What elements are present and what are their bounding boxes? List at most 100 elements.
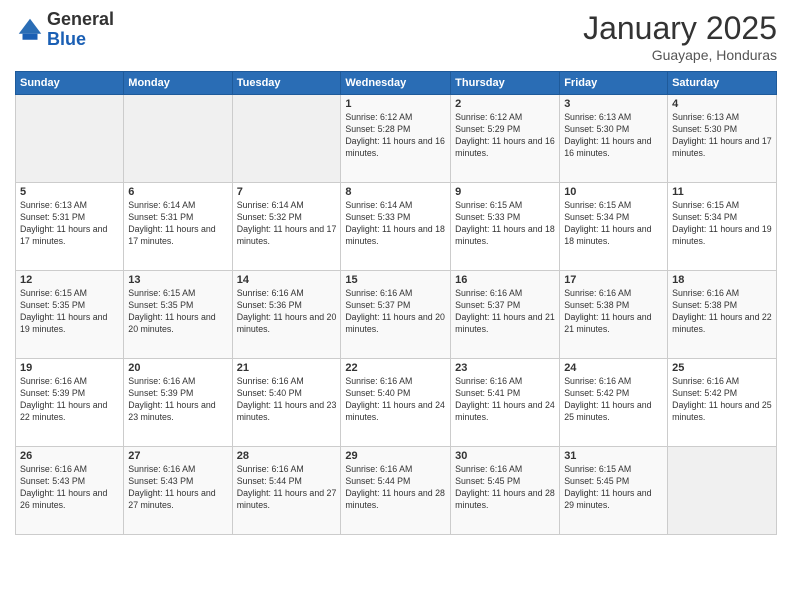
day-info: Sunrise: 6:15 AM Sunset: 5:45 PM Dayligh… <box>564 464 663 512</box>
day-header-wednesday: Wednesday <box>341 72 451 95</box>
subtitle: Guayape, Honduras <box>583 47 777 63</box>
calendar-cell: 14Sunrise: 6:16 AM Sunset: 5:36 PM Dayli… <box>232 271 341 359</box>
day-info: Sunrise: 6:13 AM Sunset: 5:30 PM Dayligh… <box>564 112 663 160</box>
day-number: 27 <box>128 450 227 462</box>
calendar-week-4: 19 Sunrise: 6:16 AM Sunset: 5:39 PM Dayli… <box>16 359 777 447</box>
day-info: Sunrise: 6:14 AM Sunset: 5:31 PM Dayligh… <box>128 200 227 248</box>
calendar-cell: 26 Sunrise: 6:16 AM Sunset: 5:43 PM Dayli… <box>16 447 124 535</box>
day-info: Sunrise: 6:16 AM Sunset: 5:38 PM Dayligh… <box>672 288 772 336</box>
calendar-cell: 7Sunrise: 6:14 AM Sunset: 5:32 PM Daylig… <box>232 183 341 271</box>
calendar-cell: 22Sunrise: 6:16 AM Sunset: 5:40 PM Dayli… <box>341 359 451 447</box>
calendar-cell: 18 Sunrise: 6:16 AM Sunset: 5:38 PM Dayli… <box>668 271 777 359</box>
day-number: 23 <box>455 362 555 374</box>
calendar-cell: 28 Sunrise: 6:16 AM Sunset: 5:44 PM Dayli… <box>232 447 341 535</box>
calendar-cell: 12 Sunrise: 6:15 AM Sunset: 5:35 PM Dayli… <box>16 271 124 359</box>
calendar-cell: 9 Sunrise: 6:15 AM Sunset: 5:33 PM Daylig… <box>451 183 560 271</box>
calendar-cell: 30Sunrise: 6:16 AM Sunset: 5:45 PM Dayli… <box>451 447 560 535</box>
day-number: 29 <box>345 450 446 462</box>
calendar-cell: 27 Sunrise: 6:16 AM Sunset: 5:43 PM Dayli… <box>124 447 232 535</box>
day-number: 20 <box>128 362 227 374</box>
calendar-cell: 3 Sunrise: 6:13 AM Sunset: 5:30 PM Daylig… <box>560 95 668 183</box>
day-info: Sunrise: 6:16 AM Sunset: 5:39 PM Dayligh… <box>20 376 119 424</box>
day-info: Sunrise: 6:16 AM Sunset: 5:39 PM Dayligh… <box>128 376 227 424</box>
day-number: 1 <box>345 98 446 110</box>
day-number: 18 <box>672 274 772 286</box>
day-info: Sunrise: 6:16 AM Sunset: 5:42 PM Dayligh… <box>672 376 772 424</box>
day-number: 13 <box>128 274 227 286</box>
day-number: 9 <box>455 186 555 198</box>
day-number: 28 <box>237 450 337 462</box>
month-title: January 2025 <box>583 10 777 47</box>
calendar-cell: 31 Sunrise: 6:15 AM Sunset: 5:45 PM Dayli… <box>560 447 668 535</box>
calendar-cell: 5 Sunrise: 6:13 AM Sunset: 5:31 PM Daylig… <box>16 183 124 271</box>
day-number: 11 <box>672 186 772 198</box>
calendar-cell: 19 Sunrise: 6:16 AM Sunset: 5:39 PM Dayli… <box>16 359 124 447</box>
day-info: Sunrise: 6:16 AM Sunset: 5:38 PM Dayligh… <box>564 288 663 336</box>
day-info: Sunrise: 6:16 AM Sunset: 5:37 PM Dayligh… <box>455 288 555 336</box>
day-number: 30 <box>455 450 555 462</box>
day-info: Sunrise: 6:14 AM Sunset: 5:33 PM Dayligh… <box>345 200 446 248</box>
day-info: Sunrise: 6:16 AM Sunset: 5:44 PM Dayligh… <box>237 464 337 512</box>
day-number: 6 <box>128 186 227 198</box>
day-number: 31 <box>564 450 663 462</box>
logo: General Blue <box>15 10 114 50</box>
day-header-thursday: Thursday <box>451 72 560 95</box>
calendar-cell: 29 Sunrise: 6:16 AM Sunset: 5:44 PM Dayli… <box>341 447 451 535</box>
day-header-friday: Friday <box>560 72 668 95</box>
day-number: 26 <box>20 450 119 462</box>
calendar-week-1: 1 Sunrise: 6:12 AM Sunset: 5:28 PM Daylig… <box>16 95 777 183</box>
day-number: 22 <box>345 362 446 374</box>
day-info: Sunrise: 6:15 AM Sunset: 5:34 PM Dayligh… <box>672 200 772 248</box>
calendar-header-row: SundayMondayTuesdayWednesdayThursdayFrid… <box>16 72 777 95</box>
calendar-cell <box>668 447 777 535</box>
day-info: Sunrise: 6:15 AM Sunset: 5:33 PM Dayligh… <box>455 200 555 248</box>
calendar-cell: 15 Sunrise: 6:16 AM Sunset: 5:37 PM Dayli… <box>341 271 451 359</box>
calendar: SundayMondayTuesdayWednesdayThursdayFrid… <box>15 71 777 535</box>
day-number: 12 <box>20 274 119 286</box>
calendar-cell <box>232 95 341 183</box>
day-info: Sunrise: 6:16 AM Sunset: 5:43 PM Dayligh… <box>128 464 227 512</box>
calendar-cell: 25 Sunrise: 6:16 AM Sunset: 5:42 PM Dayli… <box>668 359 777 447</box>
logo-icon <box>15 15 45 45</box>
day-info: Sunrise: 6:16 AM Sunset: 5:37 PM Dayligh… <box>345 288 446 336</box>
calendar-cell: 21Sunrise: 6:16 AM Sunset: 5:40 PM Dayli… <box>232 359 341 447</box>
calendar-cell: 1 Sunrise: 6:12 AM Sunset: 5:28 PM Daylig… <box>341 95 451 183</box>
day-header-tuesday: Tuesday <box>232 72 341 95</box>
day-header-saturday: Saturday <box>668 72 777 95</box>
day-info: Sunrise: 6:13 AM Sunset: 5:31 PM Dayligh… <box>20 200 119 248</box>
day-number: 7 <box>237 186 337 198</box>
day-number: 3 <box>564 98 663 110</box>
day-number: 5 <box>20 186 119 198</box>
calendar-cell: 23Sunrise: 6:16 AM Sunset: 5:41 PM Dayli… <box>451 359 560 447</box>
calendar-cell: 8 Sunrise: 6:14 AM Sunset: 5:33 PM Daylig… <box>341 183 451 271</box>
day-number: 15 <box>345 274 446 286</box>
calendar-week-2: 5 Sunrise: 6:13 AM Sunset: 5:31 PM Daylig… <box>16 183 777 271</box>
calendar-cell: 11 Sunrise: 6:15 AM Sunset: 5:34 PM Dayli… <box>668 183 777 271</box>
calendar-week-3: 12 Sunrise: 6:15 AM Sunset: 5:35 PM Dayli… <box>16 271 777 359</box>
day-number: 19 <box>20 362 119 374</box>
day-number: 10 <box>564 186 663 198</box>
calendar-cell: 2 Sunrise: 6:12 AM Sunset: 5:29 PM Daylig… <box>451 95 560 183</box>
calendar-cell: 16 Sunrise: 6:16 AM Sunset: 5:37 PM Dayli… <box>451 271 560 359</box>
day-info: Sunrise: 6:15 AM Sunset: 5:35 PM Dayligh… <box>20 288 119 336</box>
day-info: Sunrise: 6:12 AM Sunset: 5:29 PM Dayligh… <box>455 112 555 160</box>
day-number: 17 <box>564 274 663 286</box>
logo-blue-text: Blue <box>47 30 114 50</box>
day-info: Sunrise: 6:16 AM Sunset: 5:43 PM Dayligh… <box>20 464 119 512</box>
day-number: 14 <box>237 274 337 286</box>
day-number: 25 <box>672 362 772 374</box>
calendar-cell <box>16 95 124 183</box>
day-number: 2 <box>455 98 555 110</box>
logo-general-text: General <box>47 10 114 30</box>
header: General Blue January 2025 Guayape, Hondu… <box>15 10 777 63</box>
day-info: Sunrise: 6:12 AM Sunset: 5:28 PM Dayligh… <box>345 112 446 160</box>
day-info: Sunrise: 6:16 AM Sunset: 5:44 PM Dayligh… <box>345 464 446 512</box>
day-info: Sunrise: 6:16 AM Sunset: 5:40 PM Dayligh… <box>237 376 337 424</box>
day-number: 8 <box>345 186 446 198</box>
day-number: 24 <box>564 362 663 374</box>
calendar-cell: 10Sunrise: 6:15 AM Sunset: 5:34 PM Dayli… <box>560 183 668 271</box>
day-number: 16 <box>455 274 555 286</box>
day-number: 4 <box>672 98 772 110</box>
day-info: Sunrise: 6:16 AM Sunset: 5:42 PM Dayligh… <box>564 376 663 424</box>
calendar-cell: 6 Sunrise: 6:14 AM Sunset: 5:31 PM Daylig… <box>124 183 232 271</box>
